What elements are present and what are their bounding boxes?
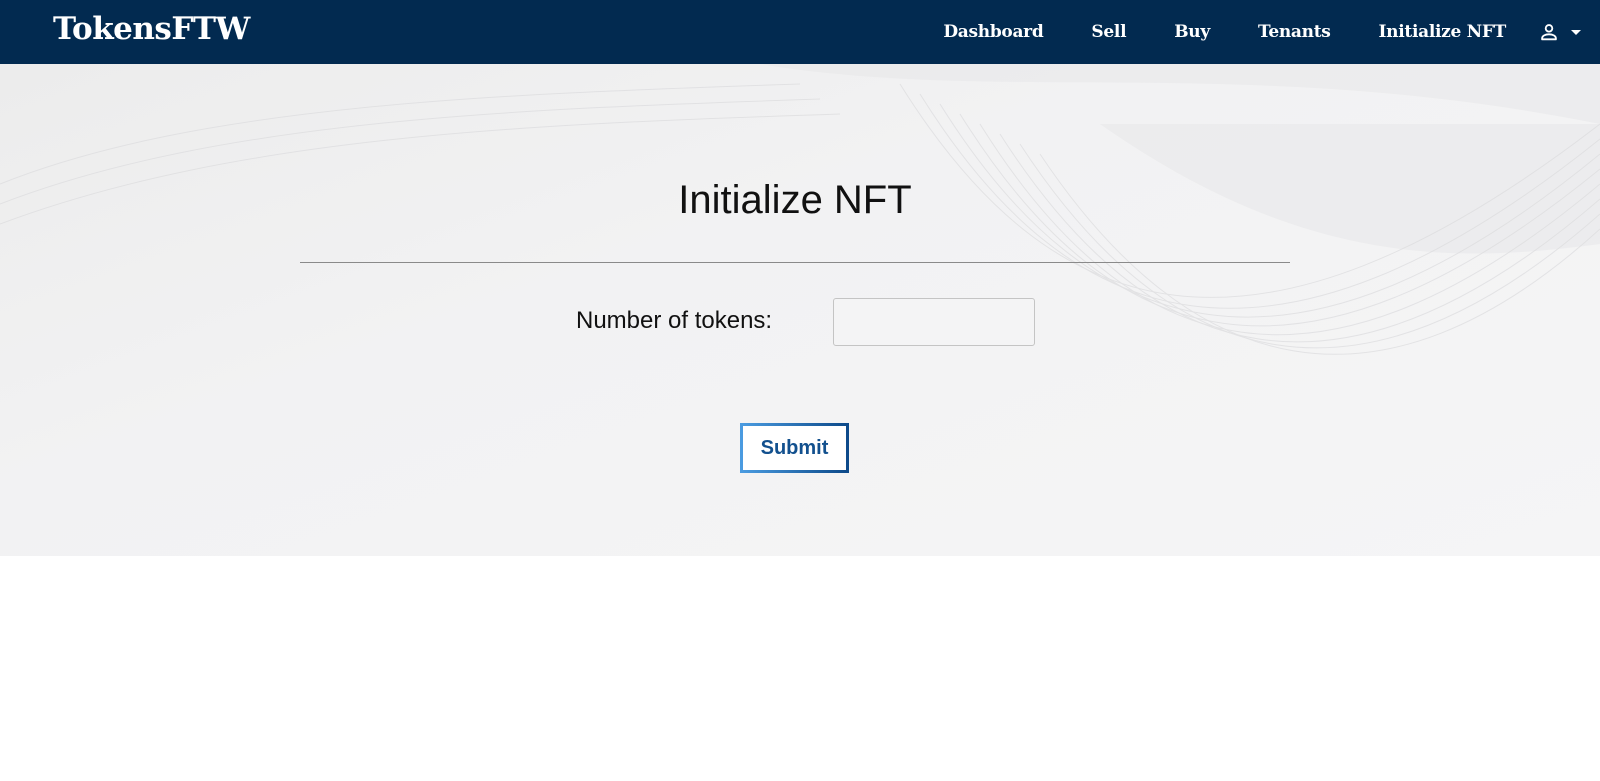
background-waves-decoration <box>0 64 1600 355</box>
brand-logo[interactable]: TokensFTW <box>53 11 250 47</box>
nav-link-buy[interactable]: Buy <box>1174 22 1210 42</box>
hero-panel <box>0 64 1600 556</box>
nav-links: Dashboard Sell Buy Tenants Initialize NF… <box>943 0 1600 64</box>
tokens-input[interactable] <box>833 298 1035 346</box>
page-title: Initialize NFT <box>678 178 912 222</box>
user-menu-button[interactable] <box>1538 21 1586 43</box>
nav-link-initialize-nft[interactable]: Initialize NFT <box>1379 22 1507 42</box>
caret-down-icon <box>1571 30 1581 35</box>
nav-link-tenants[interactable]: Tenants <box>1258 22 1331 42</box>
tokens-label: Number of tokens: <box>576 307 773 334</box>
navbar: TokensFTW Dashboard Sell Buy Tenants Ini… <box>0 0 1600 64</box>
submit-button[interactable]: Submit <box>740 423 849 473</box>
title-divider <box>300 262 1290 263</box>
nav-link-dashboard[interactable]: Dashboard <box>943 22 1043 42</box>
person-icon <box>1541 24 1557 41</box>
nav-link-sell[interactable]: Sell <box>1091 22 1126 42</box>
